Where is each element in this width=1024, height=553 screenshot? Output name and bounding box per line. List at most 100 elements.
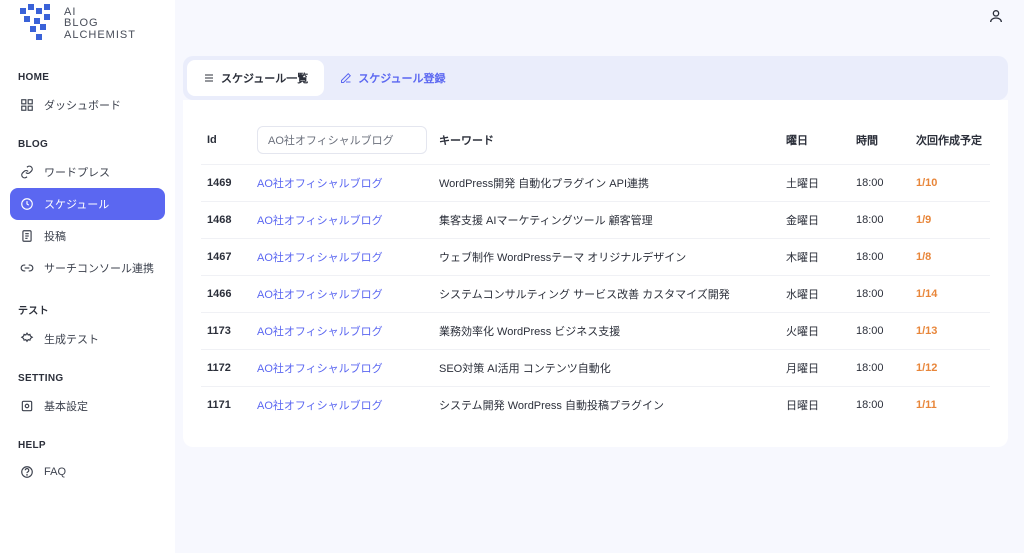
table-row[interactable]: 1467 AO社オフィシャルブログ ウェブ制作 WordPressテーマ オリジナル…: [201, 239, 990, 276]
cell-id: 1466: [201, 276, 251, 313]
cell-next-date: 1/14: [916, 288, 937, 300]
cell-time: 18:00: [850, 239, 910, 276]
settings-icon: [20, 399, 34, 413]
cell-next-date: 1/13: [916, 325, 937, 337]
tab-bar: スケジュール一覧 スケジュール登録: [183, 56, 1008, 100]
table-row[interactable]: 1171 AO社オフィシャルブログ システム開発 WordPress 自動投稿プラグ…: [201, 387, 990, 424]
cell-next-date: 1/8: [916, 251, 931, 263]
cell-time: 18:00: [850, 350, 910, 387]
logo[interactable]: AI BLOG ALCHEMIST: [10, 0, 165, 54]
nav-item-help[interactable]: FAQ: [10, 457, 165, 487]
th-time: 時間: [850, 116, 910, 165]
th-keyword: キーワード: [433, 116, 780, 165]
cell-time: 18:00: [850, 387, 910, 424]
section-title: HOME: [10, 66, 165, 89]
cell-next-date: 1/10: [916, 177, 937, 189]
cell-blog-link[interactable]: AO社オフィシャルブログ: [257, 178, 383, 190]
nav-item-link[interactable]: ワードプレス: [10, 156, 165, 188]
edit-icon: [340, 72, 352, 84]
cell-day: 土曜日: [780, 165, 850, 202]
nav-item-label: ワードプレス: [44, 164, 110, 180]
cell-time: 18:00: [850, 276, 910, 313]
nav-item-chain[interactable]: サーチコンソール連携: [10, 252, 165, 284]
chain-icon: [20, 261, 34, 275]
th-id: Id: [201, 116, 251, 165]
cell-blog-link[interactable]: AO社オフィシャルブログ: [257, 215, 383, 227]
cell-time: 18:00: [850, 313, 910, 350]
nav-item-label: 基本設定: [44, 398, 88, 414]
cell-next-date: 1/11: [916, 399, 937, 411]
link-icon: [20, 165, 34, 179]
table-row[interactable]: 1173 AO社オフィシャルブログ 業務効率化 WordPress ビジネス支援火曜…: [201, 313, 990, 350]
tab-register-label: スケジュール登録: [358, 70, 445, 86]
cell-keyword: 業務効率化 WordPress ビジネス支援: [433, 313, 780, 350]
cell-blog-link[interactable]: AO社オフィシャルブログ: [257, 289, 383, 301]
help-icon: [20, 465, 34, 479]
cell-day: 木曜日: [780, 239, 850, 276]
logo-text: AI BLOG ALCHEMIST: [64, 7, 136, 42]
schedule-table: Id キーワード 曜日 時間 次回作成予定 1469 AO社オフィシャルブログ Wo…: [201, 116, 990, 423]
cell-id: 1172: [201, 350, 251, 387]
cell-day: 火曜日: [780, 313, 850, 350]
nav-item-settings[interactable]: 基本設定: [10, 390, 165, 422]
cell-day: 日曜日: [780, 387, 850, 424]
th-day: 曜日: [780, 116, 850, 165]
doc-icon: [20, 229, 34, 243]
cell-day: 月曜日: [780, 350, 850, 387]
cell-id: 1467: [201, 239, 251, 276]
cell-id: 1469: [201, 165, 251, 202]
cell-blog-link[interactable]: AO社オフィシャルブログ: [257, 252, 383, 264]
cell-blog-link[interactable]: AO社オフィシャルブログ: [257, 326, 383, 338]
cell-keyword: WordPress開発 自動化プラグイン API連携: [433, 165, 780, 202]
table-row[interactable]: 1469 AO社オフィシャルブログ WordPress開発 自動化プラグイン API…: [201, 165, 990, 202]
cell-keyword: システム開発 WordPress 自動投稿プラグイン: [433, 387, 780, 424]
cell-day: 水曜日: [780, 276, 850, 313]
sidebar: AI BLOG ALCHEMIST HOME ダッシュボード BLOG ワードプレスス…: [0, 0, 175, 553]
cell-next-date: 1/9: [916, 214, 931, 226]
cell-time: 18:00: [850, 202, 910, 239]
user-menu[interactable]: [988, 8, 1004, 24]
nav-item-label: サーチコンソール連携: [44, 260, 154, 276]
cell-time: 18:00: [850, 165, 910, 202]
cell-keyword: SEO対策 AI活用 コンテンツ自動化: [433, 350, 780, 387]
cell-keyword: 集客支援 AIマーケティングツール 顧客管理: [433, 202, 780, 239]
tab-schedule-list[interactable]: スケジュール一覧: [187, 60, 324, 96]
cell-next-date: 1/12: [916, 362, 937, 374]
nav-item-doc[interactable]: 投稿: [10, 220, 165, 252]
table-row[interactable]: 1468 AO社オフィシャルブログ 集客支援 AIマーケティングツール 顧客管理金曜…: [201, 202, 990, 239]
section-title: テスト: [10, 296, 165, 323]
section-title: HELP: [10, 434, 165, 457]
nav-item-label: 生成テスト: [44, 331, 99, 347]
cell-blog-link[interactable]: AO社オフィシャルブログ: [257, 400, 383, 412]
nav-item-dashboard[interactable]: ダッシュボード: [10, 89, 165, 121]
nav-item-label: FAQ: [44, 466, 66, 478]
clock-icon: [20, 197, 34, 211]
list-icon: [203, 72, 215, 84]
dashboard-icon: [20, 98, 34, 112]
tab-schedule-register[interactable]: スケジュール登録: [324, 60, 461, 96]
th-blog-filter: [251, 116, 433, 165]
cell-keyword: システムコンサルティング サービス改善 カスタマイズ開発: [433, 276, 780, 313]
cell-id: 1468: [201, 202, 251, 239]
nav-item-gear[interactable]: 生成テスト: [10, 323, 165, 355]
nav-item-label: ダッシュボード: [44, 97, 121, 113]
cell-keyword: ウェブ制作 WordPressテーマ オリジナルデザイン: [433, 239, 780, 276]
tab-list-label: スケジュール一覧: [221, 70, 308, 86]
gear-icon: [20, 332, 34, 346]
table-row[interactable]: 1466 AO社オフィシャルブログ システムコンサルティング サービス改善 カスタマ…: [201, 276, 990, 313]
main-content: スケジュール一覧 スケジュール登録 Id キーワード 曜日 時間: [175, 0, 1024, 553]
cell-day: 金曜日: [780, 202, 850, 239]
blog-filter-input[interactable]: [257, 126, 427, 154]
section-title: SETTING: [10, 367, 165, 390]
nav-item-label: 投稿: [44, 228, 66, 244]
logo-icon: [16, 4, 60, 44]
cell-id: 1171: [201, 387, 251, 424]
nav-item-label: スケジュール: [44, 196, 109, 212]
cell-blog-link[interactable]: AO社オフィシャルブログ: [257, 363, 383, 375]
nav-item-clock[interactable]: スケジュール: [10, 188, 165, 220]
schedule-table-card: Id キーワード 曜日 時間 次回作成予定 1469 AO社オフィシャルブログ Wo…: [183, 100, 1008, 447]
table-row[interactable]: 1172 AO社オフィシャルブログ SEO対策 AI活用 コンテンツ自動化月曜日18…: [201, 350, 990, 387]
cell-id: 1173: [201, 313, 251, 350]
th-next: 次回作成予定: [910, 116, 990, 165]
section-title: BLOG: [10, 133, 165, 156]
